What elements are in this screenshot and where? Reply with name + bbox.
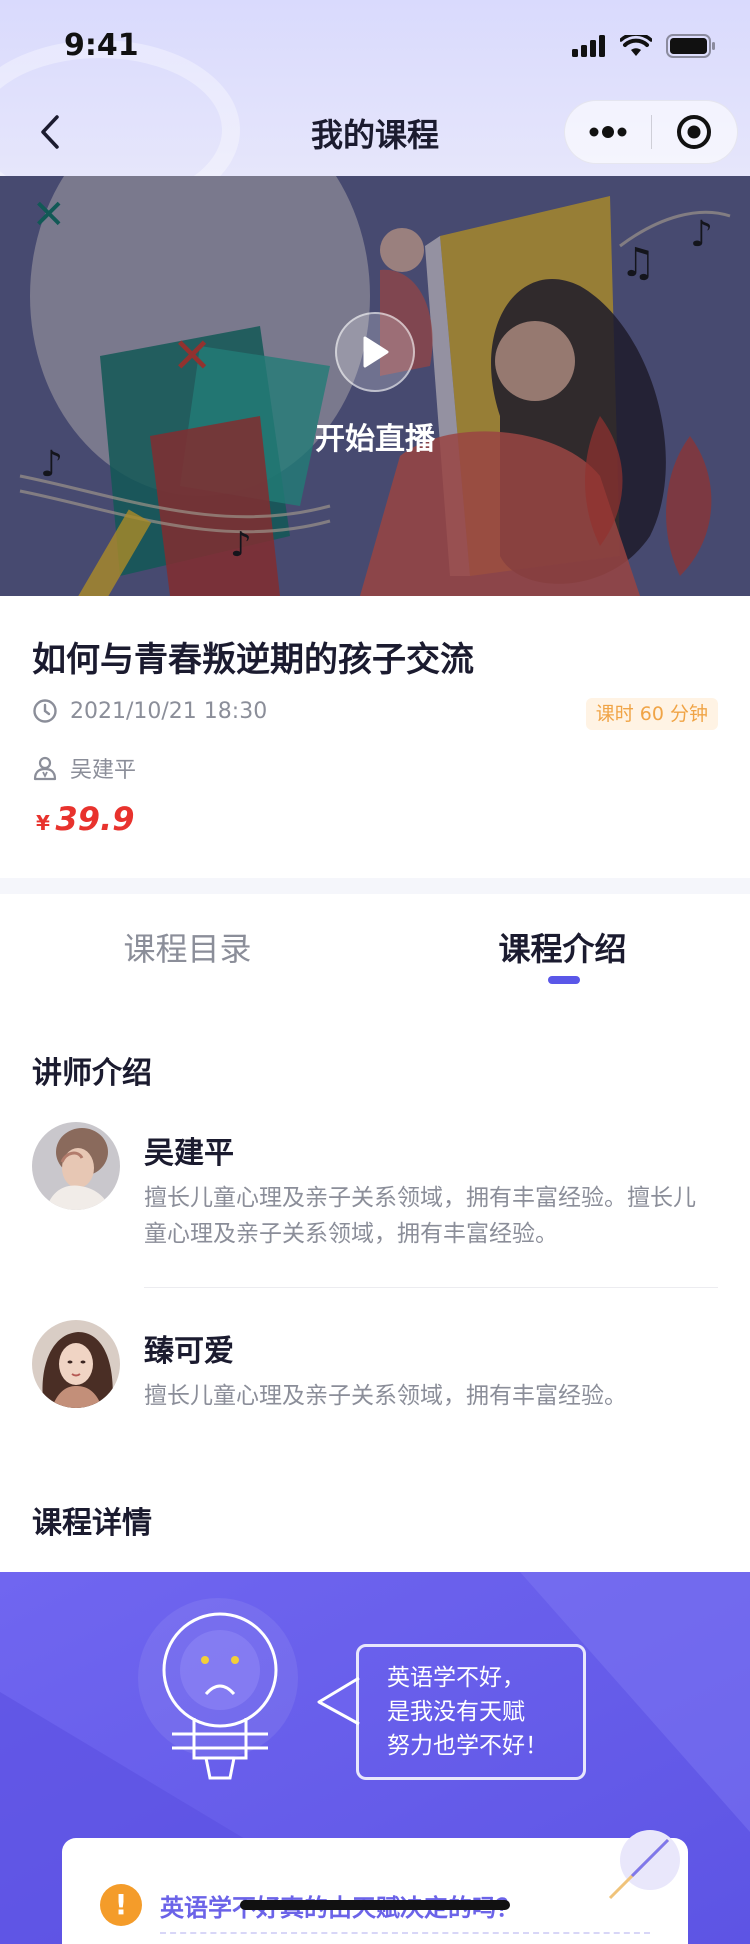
header: 9:41 我的课程 — [0, 0, 750, 176]
nav-bar: 我的课程 — [0, 94, 750, 170]
price-value: 39.9 — [55, 800, 135, 838]
play-button[interactable] — [335, 312, 415, 392]
course-info: 如何与青春叛逆期的孩子交流 2021/10/21 18:30 课时 60 分钟 … — [0, 596, 750, 878]
bubble-line: 英语学不好， — [387, 1665, 525, 1691]
avatar-photo — [32, 1122, 120, 1210]
course-price: ¥ 39.9 — [36, 800, 134, 838]
status-bar: 9:41 — [0, 0, 750, 88]
instructor-name: 吴建平 — [144, 1136, 234, 1171]
course-detail-heading: 课程详情 — [32, 1506, 152, 1541]
course-teacher-row: 吴建平 — [32, 752, 136, 784]
start-live-label: 开始直播 — [315, 422, 435, 457]
instructor-bio: 擅长儿童心理及亲子关系领域，拥有丰富经验。 — [144, 1383, 627, 1409]
tab-active-indicator — [548, 976, 580, 984]
bubble-line: 努力也学不好！ — [387, 1733, 548, 1759]
section-divider — [0, 878, 750, 894]
pencil-decoration — [608, 1830, 680, 1900]
battery-icon — [666, 34, 715, 58]
avatar — [32, 1320, 120, 1408]
more-button[interactable] — [565, 100, 651, 164]
user-icon — [33, 756, 57, 781]
status-icons — [572, 34, 716, 58]
exclamation-icon: ! — [100, 1884, 142, 1926]
bubble-tail — [317, 1676, 360, 1726]
question-card: ! 英语学不好真的由天赋决定的吗？ — [62, 1830, 688, 1944]
instructor-divider — [144, 1287, 718, 1288]
status-time: 9:41 — [64, 28, 139, 63]
instructor-bio: 擅长儿童心理及亲子关系领域，拥有丰富经验。擅长儿童心理及亲子关系领域，拥有丰富经… — [144, 1185, 696, 1247]
instructor-item[interactable]: 臻可爱 擅长儿童心理及亲子关系领域，拥有丰富经验。 — [32, 1320, 718, 1420]
mini-program-capsule — [564, 100, 738, 164]
home-indicator — [240, 1900, 510, 1910]
target-icon — [677, 115, 712, 149]
signal-icon — [572, 35, 605, 57]
course-title: 如何与青春叛逆期的孩子交流 — [32, 640, 474, 680]
close-mini-program-button[interactable] — [652, 100, 738, 164]
dashed-line — [160, 1932, 650, 1934]
bubble-line: 是我没有天赋 — [387, 1699, 525, 1725]
speech-bubble: 英语学不好， 是我没有天赋 努力也学不好！ — [356, 1644, 586, 1780]
play-icon — [363, 336, 389, 368]
tab-introduction-label: 课程介绍 — [498, 930, 627, 968]
course-tabs: 课程目录 课程介绍 — [0, 894, 750, 994]
instructor-item[interactable]: 吴建平 擅长儿童心理及亲子关系领域，拥有丰富经验。擅长儿童心理及亲子关系领域，拥… — [32, 1122, 718, 1272]
instructors-heading: 讲师介绍 — [32, 1056, 152, 1091]
tab-catalog[interactable]: 课程目录 — [0, 894, 375, 994]
course-detail-image: 英语学不好， 是我没有天赋 努力也学不好！ ! 英语学不好真的由天赋决定的吗？ — [0, 1572, 750, 1944]
avatar-photo — [32, 1320, 120, 1408]
course-datetime-row: 2021/10/21 18:30 — [32, 698, 267, 724]
lightbulb-icon — [162, 1612, 278, 1780]
tab-catalog-label: 课程目录 — [123, 930, 252, 968]
clock-icon — [33, 699, 57, 723]
tab-introduction[interactable]: 课程介绍 — [375, 894, 750, 994]
wifi-icon — [620, 35, 652, 56]
course-teacher: 吴建平 — [70, 758, 137, 783]
duration-badge: 课时 60 分钟 — [585, 698, 718, 730]
instructor-name: 臻可爱 — [144, 1334, 234, 1369]
price-currency: ¥ — [36, 811, 50, 835]
avatar — [32, 1122, 120, 1210]
more-dots-icon — [589, 126, 627, 138]
course-datetime: 2021/10/21 18:30 — [70, 698, 268, 724]
live-video-cover[interactable]: ✕ ✕ ♫ ♪ ♪ ♪ 开始直播 — [0, 176, 750, 596]
